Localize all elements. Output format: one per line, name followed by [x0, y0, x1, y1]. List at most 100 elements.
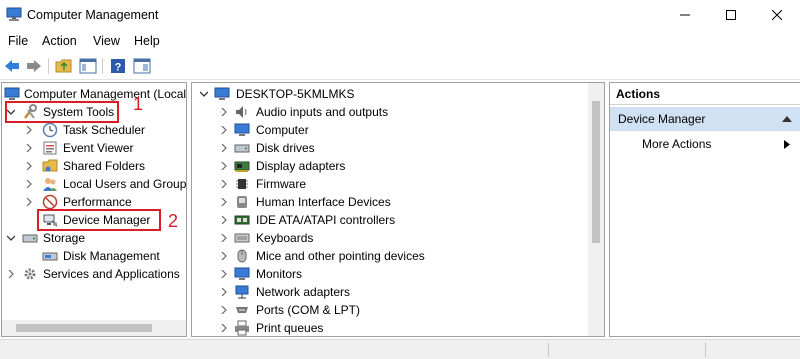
chevron-right-icon[interactable] [24, 175, 34, 193]
maximize-icon [726, 10, 736, 20]
device-category-firmware[interactable]: Firmware [192, 175, 582, 193]
chip-icon [236, 179, 248, 189]
annotation-number-2: 2 [168, 211, 179, 231]
chevron-right-icon[interactable] [24, 193, 34, 211]
device-category-label: Keyboards [256, 231, 314, 245]
chevron-right-icon[interactable] [219, 301, 229, 319]
horizontal-scrollbar[interactable] [2, 320, 186, 336]
device-tree-root[interactable]: DESKTOP-5KMLMKS [192, 85, 582, 103]
device-category-keyboards[interactable]: Keyboards [192, 229, 582, 247]
help-button[interactable]: ? [108, 56, 128, 76]
forward-arrow-icon [27, 60, 41, 72]
tree-label: Shared Folders [63, 159, 146, 173]
toolbar-separator [48, 58, 49, 74]
show-hide-console-tree-button[interactable] [78, 56, 98, 76]
actions-pane: Actions Device Manager More Actions [609, 82, 800, 337]
actions-header: Actions [610, 83, 800, 105]
tree-item-disk-management[interactable]: Disk Management [2, 247, 186, 265]
chevron-right-icon[interactable] [219, 121, 229, 139]
menu-file[interactable]: File [8, 34, 28, 48]
tree-item-storage[interactable]: Storage [2, 229, 186, 247]
annotation-box-system-tools [5, 101, 119, 123]
close-icon [772, 10, 782, 20]
scrollbar-thumb[interactable] [16, 324, 152, 332]
device-category-ide-ata-atapi-controllers[interactable]: IDE ATA/ATAPI controllers [192, 211, 582, 229]
chevron-right-icon[interactable] [24, 121, 34, 139]
chevron-right-icon[interactable] [219, 247, 229, 265]
maximize-button[interactable] [708, 0, 754, 30]
show-hide-action-pane-button[interactable] [132, 56, 152, 76]
tree-item-event-viewer[interactable]: Event Viewer [2, 139, 186, 157]
device-category-label: Network adapters [256, 285, 351, 299]
tree-item-services-applications[interactable]: Services and Applications [2, 265, 186, 283]
chevron-right-icon[interactable] [219, 103, 229, 121]
scrollbar-thumb[interactable] [592, 101, 600, 243]
back-button[interactable] [2, 56, 22, 76]
help-icon: ? [111, 59, 125, 74]
chevron-right-icon[interactable] [219, 319, 229, 336]
chevron-right-icon[interactable] [6, 265, 16, 283]
tree-label: Event Viewer [63, 141, 134, 155]
ide-controller-icon [234, 215, 250, 225]
device-category-network-adapters[interactable]: Network adapters [192, 283, 582, 301]
action-pane-icon [133, 58, 151, 74]
chevron-right-icon[interactable] [219, 157, 229, 175]
chevron-down-icon[interactable] [199, 85, 209, 103]
vertical-scrollbar[interactable] [588, 83, 604, 336]
device-category-label: Computer [256, 123, 309, 137]
hid-icon [237, 196, 247, 208]
close-button[interactable] [754, 0, 800, 30]
console-tree-pane: Computer Management (Local System Tools … [1, 82, 187, 337]
device-category-monitors[interactable]: Monitors [192, 265, 582, 283]
keyboard-icon [234, 233, 250, 243]
collapse-up-icon[interactable] [782, 116, 792, 122]
annotation-box-device-manager [37, 209, 161, 231]
menu-view[interactable]: View [93, 34, 120, 48]
device-category-print-queues[interactable]: Print queues [192, 319, 582, 336]
chevron-right-icon[interactable] [219, 211, 229, 229]
tree-item-task-scheduler[interactable]: Task Scheduler [2, 121, 186, 139]
chevron-right-icon[interactable] [24, 139, 34, 157]
menu-bar: File Action View Help [0, 30, 800, 52]
svg-text:?: ? [115, 62, 122, 74]
tree-item-local-users-groups[interactable]: Local Users and Groups [2, 175, 186, 193]
device-category-mice-and-other-pointing-devices[interactable]: Mice and other pointing devices [192, 247, 582, 265]
device-category-disk-drives[interactable]: Disk drives [192, 139, 582, 157]
minimize-button[interactable] [662, 0, 708, 30]
annotation-number-1: 1 [133, 94, 144, 114]
submenu-arrow-icon [784, 140, 790, 149]
chevron-right-icon[interactable] [24, 157, 34, 175]
performance-icon [42, 194, 58, 210]
chevron-right-icon[interactable] [219, 265, 229, 283]
folder-up-icon [55, 59, 72, 73]
device-category-computer[interactable]: Computer [192, 121, 582, 139]
device-category-human-interface-devices[interactable]: Human Interface Devices [192, 193, 582, 211]
chevron-right-icon[interactable] [219, 175, 229, 193]
device-tree-pane: DESKTOP-5KMLMKS Audio inputs and outputs… [191, 82, 605, 337]
tree-label: Storage [43, 231, 86, 245]
toolbar: ? [0, 52, 800, 80]
actions-section-device-manager[interactable]: Device Manager [610, 107, 800, 131]
storage-icon [22, 234, 38, 243]
computer-icon [214, 87, 230, 100]
up-one-level-button[interactable] [54, 56, 74, 76]
device-category-ports-com-lpt[interactable]: Ports (COM & LPT) [192, 301, 582, 319]
event-viewer-icon [43, 141, 57, 155]
more-actions-item[interactable]: More Actions [642, 135, 711, 153]
monitor-icon [234, 123, 250, 136]
chevron-right-icon[interactable] [219, 193, 229, 211]
tree-item-shared-folders[interactable]: Shared Folders [2, 157, 186, 175]
mouse-icon [237, 249, 247, 263]
chevron-right-icon[interactable] [219, 229, 229, 247]
shared-folder-icon [42, 159, 58, 172]
device-category-display-adapters[interactable]: Display adapters [192, 157, 582, 175]
device-category-audio-inputs-and-outputs[interactable]: Audio inputs and outputs [192, 103, 582, 121]
status-divider [548, 343, 549, 357]
menu-help[interactable]: Help [134, 34, 160, 48]
menu-action[interactable]: Action [42, 34, 77, 48]
forward-button[interactable] [24, 56, 44, 76]
computer-management-icon [6, 7, 22, 21]
chevron-right-icon[interactable] [219, 283, 229, 301]
chevron-down-icon[interactable] [6, 229, 16, 247]
chevron-right-icon[interactable] [219, 139, 229, 157]
